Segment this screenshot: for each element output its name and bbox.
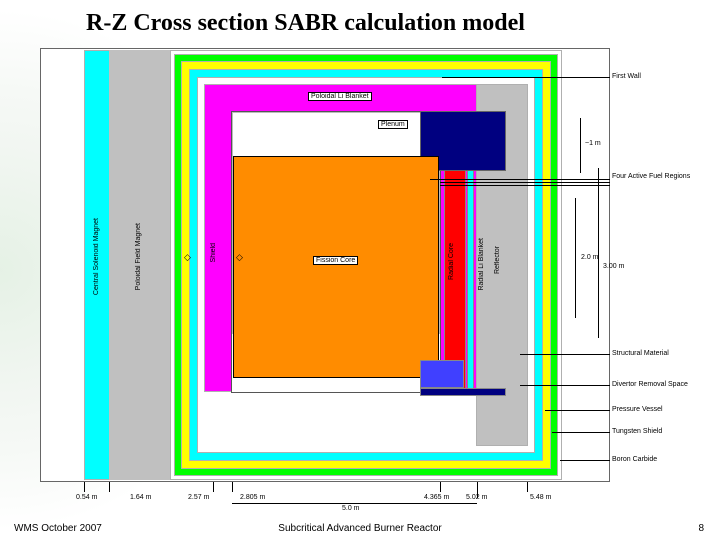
label-plenum: Plenum (378, 120, 408, 129)
marker-left: ◇ (184, 252, 191, 263)
label-pressure-vessel: Pressure Vessel (612, 406, 663, 413)
label-divertor: Divertor Removal Space (612, 381, 688, 388)
slide-title: R-Z Cross section SABR calculation model (86, 10, 525, 37)
label-structural: Structural Material (612, 350, 669, 357)
tick-7 (527, 482, 528, 492)
leader-fuel-2 (440, 182, 610, 183)
leader-first-wall (442, 77, 610, 78)
tick-4 (232, 482, 233, 492)
leader-structural (520, 354, 610, 355)
footer-left: WMS October 2007 (14, 523, 102, 534)
tick-3 (213, 482, 214, 492)
label-tungsten: Tungsten Shield (612, 428, 662, 435)
footer-center: Subcritical Advanced Burner Reactor (278, 523, 441, 534)
slide-number: 8 (698, 523, 704, 534)
label-first-wall: First Wall (612, 73, 641, 80)
dim-d5: 4.365 m (424, 494, 449, 501)
dim-d7: 5.48 m (530, 494, 551, 501)
lower-blue-strip (420, 388, 506, 396)
fission-core-layer (233, 156, 439, 378)
dim-h1: ~1 m (585, 140, 601, 147)
dim-h2: 2.0 m (581, 254, 599, 261)
dim-d2: 1.64 m (130, 494, 151, 501)
leader-fuel-1 (430, 179, 610, 180)
leader-divertor (520, 385, 610, 386)
leader-fuel-3 (440, 185, 610, 186)
dim-bottom-line (232, 503, 477, 504)
label-poloidal: Poloidal Field Magnet (135, 223, 142, 290)
label-fuel-regions: Four Active Fuel Regions (612, 173, 690, 180)
dim-h3: 3.00 m (603, 263, 624, 270)
tick-5 (440, 482, 441, 492)
label-boron: Boron Carbide (612, 456, 657, 463)
dim-h2-line (575, 198, 576, 318)
leader-boron (560, 460, 610, 461)
label-radial-li: Radial Li Blanket (478, 238, 485, 291)
dim-d1: 0.54 m (76, 494, 97, 501)
lower-blue-block (420, 360, 464, 388)
label-fission-core: Fission Core (313, 256, 358, 265)
label-poloidal-li: Poloidal Li Blanket (308, 92, 372, 101)
marker-left2: ◇ (236, 252, 243, 263)
reactor-diagram: Central Solenoid Magnet Poloidal Field M… (40, 48, 660, 508)
label-radial-core: Radial Core (448, 243, 455, 280)
dim-h1-line (580, 118, 581, 173)
label-central-solenoid: Central Solenoid Magnet (93, 218, 100, 295)
dim-bottom: 5.0 m (342, 505, 360, 512)
dim-d4: 2.805 m (240, 494, 265, 501)
dim-d3: 2.57 m (188, 494, 209, 501)
label-reflector: Reflector (494, 246, 501, 274)
dim-d6: 5.02 m (466, 494, 487, 501)
tick-1 (84, 482, 85, 492)
dim-h3-line (598, 168, 599, 338)
leader-pressure (545, 410, 610, 411)
leader-tungsten (552, 432, 610, 433)
tick-2 (109, 482, 110, 492)
label-shield: Shield (210, 243, 217, 262)
